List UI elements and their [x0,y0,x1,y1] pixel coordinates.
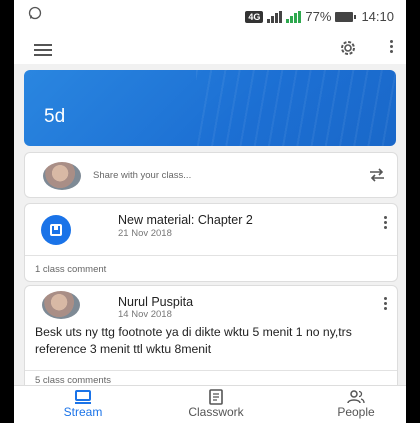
battery-icon [335,11,357,22]
avatar [42,291,80,319]
network-type-badge: 4G [245,10,264,23]
clock: 14:10 [361,9,394,24]
divider [25,370,397,371]
tab-people[interactable]: People [301,386,406,423]
tab-classwork[interactable]: Classwork [161,386,271,423]
bottom-navigation: Stream Classwork People [14,385,406,423]
material-date: 21 Nov 2018 [118,228,172,239]
post-card[interactable]: Nurul Puspita 14 Nov 2018 Besk uts ny tt… [24,285,398,395]
material-title[interactable]: New material: Chapter 2 [118,213,253,227]
classwork-icon [207,389,225,405]
class-banner[interactable]: 5d [24,70,396,146]
post-date: 14 Nov 2018 [118,309,172,320]
gear-icon[interactable] [338,38,358,58]
top-app-bar [14,34,406,64]
whatsapp-icon [28,6,42,23]
material-card[interactable]: New material: Chapter 2 21 Nov 2018 1 cl… [24,203,398,282]
avatar [43,162,81,190]
status-bar: 4G 77% 14:10 [14,0,406,34]
stream-icon [74,389,92,405]
phone-screen: 4G 77% 14:10 5d Share with your class... [14,0,406,423]
people-icon [347,389,365,405]
tab-stream[interactable]: Stream [28,386,138,423]
material-icon [41,215,71,245]
banner-pattern [196,70,396,146]
tab-label: Stream [63,405,103,419]
tab-label: People [337,405,375,419]
tab-label: Classwork [188,405,244,419]
class-name: 5d [44,106,66,127]
more-vert-icon[interactable] [388,40,394,58]
post-body: Besk uts ny ttg footnote ya di dikte wkt… [35,325,352,356]
class-comments-link[interactable]: 1 class comment [35,264,106,275]
more-vert-icon[interactable] [381,214,389,232]
battery-percent: 77% [305,9,332,24]
menu-icon[interactable] [34,44,52,56]
repost-icon[interactable] [367,165,387,185]
post-author: Nurul Puspita [118,295,194,309]
signal-2-icon [286,10,302,23]
share-box[interactable]: Share with your class... [24,152,398,198]
share-placeholder[interactable]: Share with your class... [93,170,191,181]
more-vert-icon[interactable] [381,295,389,313]
signal-icon [267,10,283,23]
divider [25,255,397,256]
